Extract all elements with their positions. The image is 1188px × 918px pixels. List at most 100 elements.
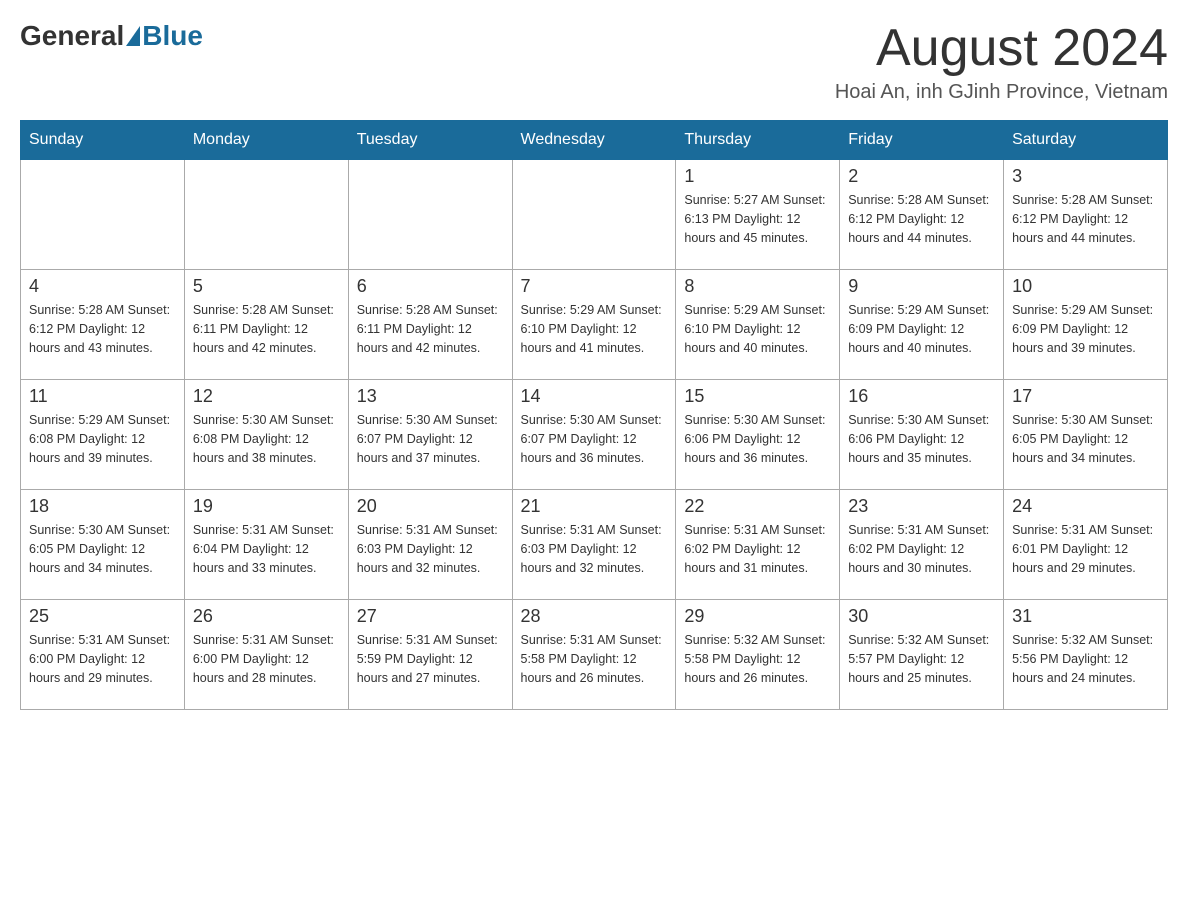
day-info: Sunrise: 5:31 AM Sunset: 5:58 PM Dayligh…: [521, 631, 668, 687]
day-info: Sunrise: 5:28 AM Sunset: 6:11 PM Dayligh…: [357, 301, 504, 357]
calendar-header-row: Sunday Monday Tuesday Wednesday Thursday…: [21, 121, 1168, 160]
col-tuesday: Tuesday: [348, 121, 512, 160]
day-info: Sunrise: 5:31 AM Sunset: 6:03 PM Dayligh…: [357, 521, 504, 577]
day-info: Sunrise: 5:28 AM Sunset: 6:12 PM Dayligh…: [848, 191, 995, 247]
day-info: Sunrise: 5:31 AM Sunset: 6:01 PM Dayligh…: [1012, 521, 1159, 577]
calendar-cell: 24 Sunrise: 5:31 AM Sunset: 6:01 PM Dayli…: [1004, 490, 1168, 600]
day-info: Sunrise: 5:30 AM Sunset: 6:08 PM Dayligh…: [193, 411, 340, 467]
day-info: Sunrise: 5:29 AM Sunset: 6:08 PM Dayligh…: [29, 411, 176, 467]
day-number: 21: [521, 496, 668, 517]
title-area: August 2024 Hoai An, inh GJinh Province,…: [835, 20, 1168, 104]
day-number: 29: [684, 606, 831, 627]
calendar-cell: 4 Sunrise: 5:28 AM Sunset: 6:12 PM Daylig…: [21, 270, 185, 380]
day-number: 28: [521, 606, 668, 627]
day-info: Sunrise: 5:32 AM Sunset: 5:57 PM Dayligh…: [848, 631, 995, 687]
calendar-cell: 15 Sunrise: 5:30 AM Sunset: 6:06 PM Dayli…: [676, 380, 840, 490]
day-info: Sunrise: 5:30 AM Sunset: 6:07 PM Dayligh…: [357, 411, 504, 467]
day-info: Sunrise: 5:29 AM Sunset: 6:10 PM Dayligh…: [684, 301, 831, 357]
calendar-week-row: 4 Sunrise: 5:28 AM Sunset: 6:12 PM Daylig…: [21, 270, 1168, 380]
logo-general-text: General: [20, 20, 124, 52]
calendar-cell: [512, 160, 676, 270]
calendar-cell: 27Sunrise: 5:31 AM Sunset: 5:59 PM Dayli…: [348, 600, 512, 710]
calendar-cell: 13 Sunrise: 5:30 AM Sunset: 6:07 PM Dayli…: [348, 380, 512, 490]
calendar-cell: 18Sunrise: 5:30 AM Sunset: 6:05 PM Dayli…: [21, 490, 185, 600]
day-number: 18: [29, 496, 176, 517]
day-info: Sunrise: 5:28 AM Sunset: 6:12 PM Dayligh…: [1012, 191, 1159, 247]
day-info: Sunrise: 5:28 AM Sunset: 6:12 PM Dayligh…: [29, 301, 176, 357]
calendar-cell: 31Sunrise: 5:32 AM Sunset: 5:56 PM Dayli…: [1004, 600, 1168, 710]
day-number: 6: [357, 276, 504, 297]
day-number: 9: [848, 276, 995, 297]
day-info: Sunrise: 5:31 AM Sunset: 6:04 PM Dayligh…: [193, 521, 340, 577]
calendar-cell: 5Sunrise: 5:28 AM Sunset: 6:11 PM Daylig…: [184, 270, 348, 380]
day-number: 22: [684, 496, 831, 517]
col-wednesday: Wednesday: [512, 121, 676, 160]
calendar-cell: 6 Sunrise: 5:28 AM Sunset: 6:11 PM Daylig…: [348, 270, 512, 380]
day-number: 11: [29, 386, 176, 407]
day-number: 13: [357, 386, 504, 407]
calendar-cell: 28 Sunrise: 5:31 AM Sunset: 5:58 PM Dayli…: [512, 600, 676, 710]
day-number: 5: [193, 276, 340, 297]
calendar-cell: 19 Sunrise: 5:31 AM Sunset: 6:04 PM Dayli…: [184, 490, 348, 600]
col-friday: Friday: [840, 121, 1004, 160]
day-number: 2: [848, 166, 995, 187]
calendar-cell: 9Sunrise: 5:29 AM Sunset: 6:09 PM Daylig…: [840, 270, 1004, 380]
day-info: Sunrise: 5:31 AM Sunset: 6:02 PM Dayligh…: [848, 521, 995, 577]
col-saturday: Saturday: [1004, 121, 1168, 160]
page-header: General Blue August 2024 Hoai An, inh GJ…: [20, 20, 1168, 104]
calendar-cell: 26 Sunrise: 5:31 AM Sunset: 6:00 PM Dayli…: [184, 600, 348, 710]
day-number: 17: [1012, 386, 1159, 407]
calendar-week-row: 25 Sunrise: 5:31 AM Sunset: 6:00 PM Dayli…: [21, 600, 1168, 710]
calendar-cell: 14 Sunrise: 5:30 AM Sunset: 6:07 PM Dayli…: [512, 380, 676, 490]
day-info: Sunrise: 5:29 AM Sunset: 6:09 PM Dayligh…: [1012, 301, 1159, 357]
calendar-week-row: 11 Sunrise: 5:29 AM Sunset: 6:08 PM Dayli…: [21, 380, 1168, 490]
day-info: Sunrise: 5:30 AM Sunset: 6:07 PM Dayligh…: [521, 411, 668, 467]
location-title: Hoai An, inh GJinh Province, Vietnam: [835, 81, 1168, 104]
day-number: 14: [521, 386, 668, 407]
calendar-cell: 2 Sunrise: 5:28 AM Sunset: 6:12 PM Daylig…: [840, 160, 1004, 270]
calendar-cell: [21, 160, 185, 270]
calendar-cell: 22Sunrise: 5:31 AM Sunset: 6:02 PM Dayli…: [676, 490, 840, 600]
day-number: 26: [193, 606, 340, 627]
day-number: 10: [1012, 276, 1159, 297]
day-number: 16: [848, 386, 995, 407]
day-number: 23: [848, 496, 995, 517]
calendar-cell: 11 Sunrise: 5:29 AM Sunset: 6:08 PM Dayli…: [21, 380, 185, 490]
day-number: 8: [684, 276, 831, 297]
calendar-cell: 10 Sunrise: 5:29 AM Sunset: 6:09 PM Dayli…: [1004, 270, 1168, 380]
day-number: 30: [848, 606, 995, 627]
calendar-week-row: 18Sunrise: 5:30 AM Sunset: 6:05 PM Dayli…: [21, 490, 1168, 600]
day-info: Sunrise: 5:31 AM Sunset: 6:00 PM Dayligh…: [29, 631, 176, 687]
day-number: 4: [29, 276, 176, 297]
day-info: Sunrise: 5:32 AM Sunset: 5:58 PM Dayligh…: [684, 631, 831, 687]
calendar-cell: 17 Sunrise: 5:30 AM Sunset: 6:05 PM Dayli…: [1004, 380, 1168, 490]
day-info: Sunrise: 5:27 AM Sunset: 6:13 PM Dayligh…: [684, 191, 831, 247]
day-info: Sunrise: 5:30 AM Sunset: 6:06 PM Dayligh…: [848, 411, 995, 467]
day-number: 15: [684, 386, 831, 407]
day-info: Sunrise: 5:30 AM Sunset: 6:06 PM Dayligh…: [684, 411, 831, 467]
calendar-cell: 16 Sunrise: 5:30 AM Sunset: 6:06 PM Dayli…: [840, 380, 1004, 490]
calendar-cell: 7Sunrise: 5:29 AM Sunset: 6:10 PM Daylig…: [512, 270, 676, 380]
calendar-cell: 21 Sunrise: 5:31 AM Sunset: 6:03 PM Dayli…: [512, 490, 676, 600]
calendar-cell: 20Sunrise: 5:31 AM Sunset: 6:03 PM Dayli…: [348, 490, 512, 600]
day-info: Sunrise: 5:31 AM Sunset: 6:03 PM Dayligh…: [521, 521, 668, 577]
day-number: 24: [1012, 496, 1159, 517]
day-info: Sunrise: 5:31 AM Sunset: 5:59 PM Dayligh…: [357, 631, 504, 687]
day-number: 31: [1012, 606, 1159, 627]
day-info: Sunrise: 5:30 AM Sunset: 6:05 PM Dayligh…: [1012, 411, 1159, 467]
logo-triangle-icon: [126, 26, 140, 46]
calendar-cell: 3Sunrise: 5:28 AM Sunset: 6:12 PM Daylig…: [1004, 160, 1168, 270]
calendar-cell: 8 Sunrise: 5:29 AM Sunset: 6:10 PM Daylig…: [676, 270, 840, 380]
day-number: 12: [193, 386, 340, 407]
calendar-cell: 23 Sunrise: 5:31 AM Sunset: 6:02 PM Dayli…: [840, 490, 1004, 600]
day-info: Sunrise: 5:29 AM Sunset: 6:10 PM Dayligh…: [521, 301, 668, 357]
calendar-table: Sunday Monday Tuesday Wednesday Thursday…: [20, 120, 1168, 710]
month-title: August 2024: [835, 20, 1168, 77]
day-number: 19: [193, 496, 340, 517]
calendar-cell: [348, 160, 512, 270]
calendar-cell: 25 Sunrise: 5:31 AM Sunset: 6:00 PM Dayli…: [21, 600, 185, 710]
col-monday: Monday: [184, 121, 348, 160]
day-info: Sunrise: 5:31 AM Sunset: 6:00 PM Dayligh…: [193, 631, 340, 687]
calendar-cell: 1Sunrise: 5:27 AM Sunset: 6:13 PM Daylig…: [676, 160, 840, 270]
day-number: 25: [29, 606, 176, 627]
